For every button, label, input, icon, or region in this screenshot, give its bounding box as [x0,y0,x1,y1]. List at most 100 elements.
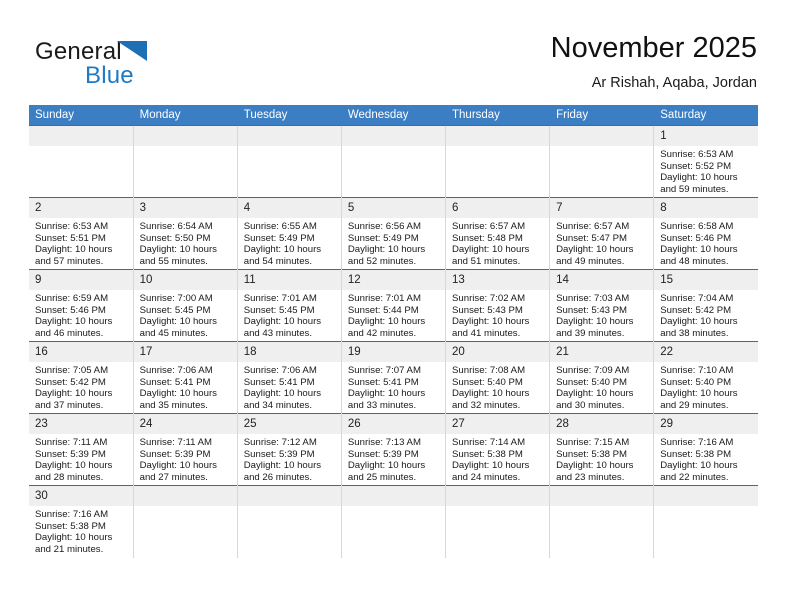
sunrise-text: Sunrise: 7:03 AM [556,293,630,304]
day-cell[interactable]: 1 Sunrise: 6:53 AM Sunset: 5:52 PM Daylight… [653,125,758,198]
day-number [550,126,653,146]
day-cell[interactable]: 22 Sunrise: 7:10 AM Sunset: 5:40 PM Dayligh… [653,341,758,414]
day-number: 5 [341,198,445,218]
day-cell[interactable]: 5 Sunrise: 6:56 AM Sunset: 5:49 PM Daylight… [341,197,447,270]
day-number [237,126,341,146]
sunset-text: Sunset: 5:51 PM [35,232,106,244]
day-number: 14 [550,270,653,290]
sunset-text: Sunset: 5:41 PM [139,376,211,388]
day-cell[interactable]: 7 Sunrise: 6:57 AM Sunset: 5:47 PM Daylight… [549,197,655,270]
day-cell[interactable]: 20 Sunrise: 7:08 AM Sunset: 5:40 PM Dayligh… [445,341,551,414]
day-cell[interactable]: 8 Sunrise: 6:58 AM Sunset: 5:46 PM Daylight… [653,197,758,270]
day-cell[interactable]: 18 Sunrise: 7:06 AM Sunset: 5:41 PM Dayligh… [237,341,342,414]
day-cell[interactable]: 11 Sunrise: 7:01 AM Sunset: 5:45 PM Dayligh… [237,269,342,342]
calendar-page: General Blue November 2025 Ar Rishah, Aq… [0,0,792,612]
day-number: 11 [237,270,341,290]
day-info: Sunrise: 6:59 AM Sunset: 5:46 PM Daylight:… [29,290,132,339]
sunset-text: Sunset: 5:43 PM [556,304,628,316]
day-cell[interactable]: 3 Sunrise: 6:54 AM Sunset: 5:50 PM Daylight… [133,197,238,270]
weekday-header-tuesday: Tuesday [237,105,342,126]
brand-logo[interactable]: General Blue [35,38,265,94]
day-cell[interactable]: 6 Sunrise: 6:57 AM Sunset: 5:48 PM Daylight… [445,197,551,270]
day-info: Sunrise: 7:13 AM Sunset: 5:39 PM Daylight:… [342,434,445,483]
day-cell[interactable]: 17 Sunrise: 7:06 AM Sunset: 5:41 PM Dayligh… [133,341,238,414]
sunset-text: Sunset: 5:52 PM [660,160,732,172]
day-cell[interactable]: 27 Sunrise: 7:14 AM Sunset: 5:38 PM Dayligh… [445,413,551,486]
day-cell-empty [341,125,447,198]
day-number: 26 [341,414,445,434]
day-number: 18 [237,342,341,362]
day-info: Sunrise: 7:07 AM Sunset: 5:41 PM Daylight:… [342,362,445,411]
day-info: Sunrise: 6:57 AM Sunset: 5:47 PM Daylight:… [550,218,653,267]
day-info: Sunrise: 6:55 AM Sunset: 5:49 PM Daylight:… [238,218,341,267]
sunset-text: Sunset: 5:49 PM [243,232,315,244]
sunrise-text: Sunrise: 6:57 AM [452,221,526,232]
day-cell[interactable]: 25 Sunrise: 7:12 AM Sunset: 5:39 PM Dayligh… [237,413,342,486]
calendar-week-row: 16 Sunrise: 7:05 AM Sunset: 5:42 PM Dayligh… [29,341,758,414]
sunrise-text: Sunrise: 7:10 AM [660,365,734,376]
sunset-text: Sunset: 5:43 PM [452,304,523,316]
day-cell[interactable]: 23 Sunrise: 7:11 AM Sunset: 5:39 PM Dayligh… [29,413,134,486]
day-cell[interactable]: 26 Sunrise: 7:13 AM Sunset: 5:39 PM Dayligh… [341,413,447,486]
day-number [341,486,445,506]
sunset-text: Sunset: 5:38 PM [452,448,523,460]
sunrise-text: Sunrise: 7:12 AM [243,437,317,448]
sunrise-text: Sunrise: 7:08 AM [452,365,526,376]
daylight-text: Daylight: 10 hours and 33 minutes. [347,388,426,411]
day-cell[interactable]: 14 Sunrise: 7:03 AM Sunset: 5:43 PM Dayligh… [549,269,655,342]
sunset-text: Sunset: 5:39 PM [139,448,211,460]
weekday-header-sunday: Sunday [29,105,134,126]
daylight-text: Daylight: 10 hours and 51 minutes. [452,244,530,267]
day-cell[interactable]: 29 Sunrise: 7:16 AM Sunset: 5:38 PM Dayligh… [653,413,758,486]
sunrise-text: Sunrise: 6:53 AM [35,221,109,232]
sunrise-text: Sunrise: 7:07 AM [347,365,421,376]
sunrise-text: Sunrise: 6:59 AM [35,293,109,304]
day-number: 12 [341,270,445,290]
day-cell-empty [237,485,342,558]
day-cell[interactable]: 30 Sunrise: 7:16 AM Sunset: 5:38 PM Dayligh… [29,485,134,558]
day-number [237,486,341,506]
day-cell[interactable]: 19 Sunrise: 7:07 AM Sunset: 5:41 PM Dayligh… [341,341,447,414]
sunrise-text: Sunrise: 7:02 AM [452,293,526,304]
daylight-text: Daylight: 10 hours and 48 minutes. [660,244,738,267]
calendar-week-row: 30 Sunrise: 7:16 AM Sunset: 5:38 PM Dayligh… [29,485,758,558]
day-cell[interactable]: 2 Sunrise: 6:53 AM Sunset: 5:51 PM Daylight… [29,197,134,270]
sunset-text: Sunset: 5:50 PM [139,232,211,244]
title-block: November 2025 Ar Rishah, Aqaba, Jordan [551,30,757,94]
sunset-text: Sunset: 5:46 PM [660,232,732,244]
day-cell[interactable]: 15 Sunrise: 7:04 AM Sunset: 5:42 PM Dayligh… [653,269,758,342]
day-cell[interactable]: 13 Sunrise: 7:02 AM Sunset: 5:43 PM Dayligh… [445,269,551,342]
day-cell[interactable]: 10 Sunrise: 7:00 AM Sunset: 5:45 PM Dayligh… [133,269,238,342]
daylight-text: Daylight: 10 hours and 52 minutes. [347,244,426,267]
day-number: 28 [550,414,653,434]
day-cell[interactable]: 4 Sunrise: 6:55 AM Sunset: 5:49 PM Daylight… [237,197,342,270]
sunrise-text: Sunrise: 7:11 AM [35,437,108,448]
daylight-text: Daylight: 10 hours and 55 minutes. [139,244,217,267]
day-cell[interactable]: 28 Sunrise: 7:15 AM Sunset: 5:38 PM Dayligh… [549,413,655,486]
sunset-text: Sunset: 5:40 PM [660,376,732,388]
weekday-header-friday: Friday [549,105,655,126]
day-number: 25 [237,414,341,434]
day-cell[interactable]: 12 Sunrise: 7:01 AM Sunset: 5:44 PM Dayligh… [341,269,447,342]
sunrise-text: Sunrise: 6:58 AM [660,221,734,232]
page-header: General Blue November 2025 Ar Rishah, Aq… [0,0,792,102]
daylight-text: Daylight: 10 hours and 30 minutes. [556,388,634,411]
daylight-text: Daylight: 10 hours and 35 minutes. [139,388,217,411]
sunrise-text: Sunrise: 7:04 AM [660,293,734,304]
day-cell[interactable]: 24 Sunrise: 7:11 AM Sunset: 5:39 PM Dayligh… [133,413,238,486]
sunrise-text: Sunrise: 7:01 AM [347,293,421,304]
day-info: Sunrise: 7:14 AM Sunset: 5:38 PM Daylight:… [446,434,549,483]
daylight-text: Daylight: 10 hours and 41 minutes. [452,316,530,339]
sunset-text: Sunset: 5:38 PM [660,448,732,460]
day-number: 17 [133,342,237,362]
daylight-text: Daylight: 10 hours and 26 minutes. [243,460,322,483]
day-cell[interactable]: 21 Sunrise: 7:09 AM Sunset: 5:40 PM Dayligh… [549,341,655,414]
calendar-week-row: 9 Sunrise: 6:59 AM Sunset: 5:46 PM Daylight… [29,269,758,342]
day-info: Sunrise: 6:53 AM Sunset: 5:52 PM Daylight:… [654,146,758,195]
day-cell[interactable]: 9 Sunrise: 6:59 AM Sunset: 5:46 PM Daylight… [29,269,134,342]
day-cell[interactable]: 16 Sunrise: 7:05 AM Sunset: 5:42 PM Dayligh… [29,341,134,414]
day-info: Sunrise: 7:11 AM Sunset: 5:39 PM Daylight:… [134,434,237,483]
brand-name-bottom: Blue [85,62,134,89]
daylight-text: Daylight: 10 hours and 23 minutes. [556,460,634,483]
day-number [550,486,653,506]
